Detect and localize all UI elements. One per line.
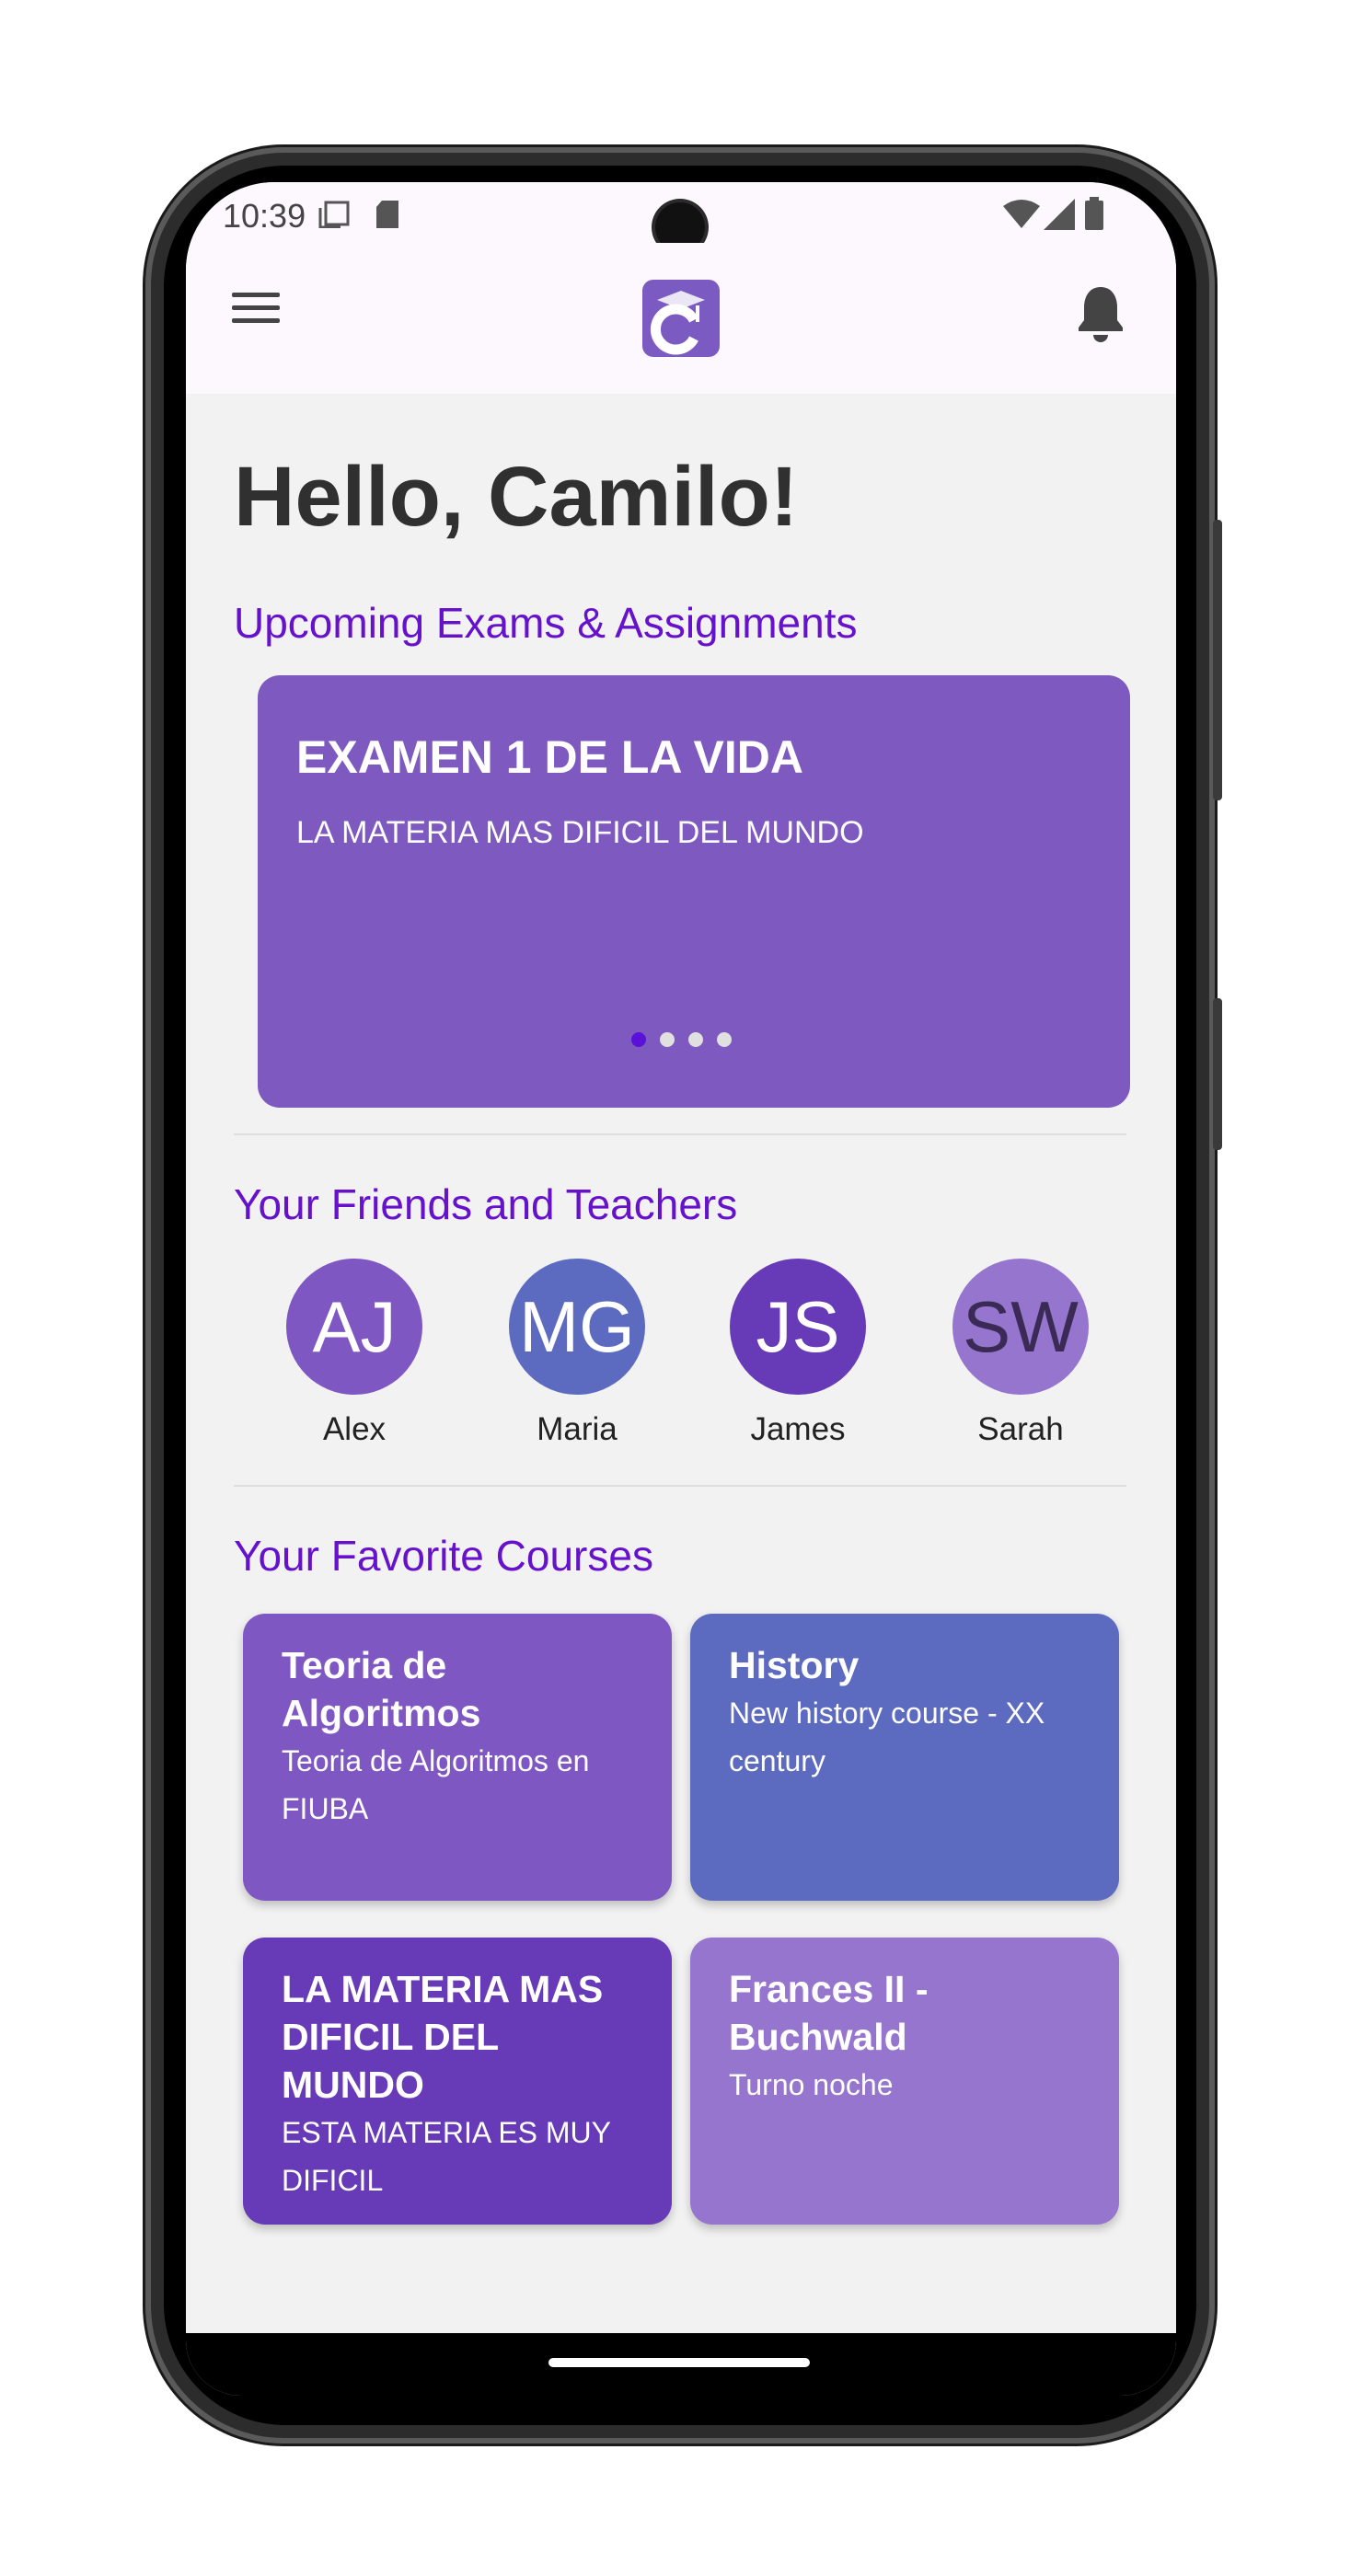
courses-section-title: Your Favorite Courses	[234, 1532, 653, 1580]
course-description: Turno noche	[729, 2068, 894, 2101]
friend-item[interactable]: MG Maria	[499, 1259, 655, 1448]
exams-section-title: Upcoming Exams & Assignments	[234, 599, 858, 647]
pager-dot[interactable]	[688, 1032, 703, 1047]
course-card[interactable]: LA MATERIA MAS DIFICIL DEL MUNDO ESTA MA…	[243, 1938, 672, 2225]
screenshot-notification-icon	[318, 201, 350, 228]
pager-dot[interactable]	[717, 1032, 732, 1047]
wifi-icon	[1003, 200, 1040, 228]
volume-button	[1213, 998, 1222, 1150]
friends-section-title: Your Friends and Teachers	[234, 1180, 738, 1228]
friend-name: Alex	[322, 1411, 387, 1447]
avatar: JS	[730, 1259, 866, 1395]
exam-title: EXAMEN 1 DE LA VIDA	[296, 731, 804, 783]
battery-icon	[1085, 197, 1103, 230]
sd-card-icon	[376, 201, 398, 228]
course-title: LA MATERIA MAS DIFICIL DEL MUNDO	[282, 1968, 604, 2106]
course-description: Teoria de Algoritmos en FIUBA	[282, 1744, 590, 1825]
graduation-cap-logo-icon	[642, 280, 720, 357]
friend-name: James	[750, 1411, 846, 1447]
course-title: Frances II - Buchwald	[729, 1968, 929, 2058]
friend-name: Maria	[537, 1411, 618, 1447]
pager-dot[interactable]	[631, 1032, 646, 1047]
avatar: SW	[952, 1259, 1089, 1395]
signal-icon	[1044, 199, 1075, 230]
avatar: MG	[509, 1259, 645, 1395]
course-title: History	[729, 1644, 860, 1686]
friend-item[interactable]: AJ Alex	[276, 1259, 433, 1448]
app-bar	[186, 243, 1176, 394]
course-card[interactable]: History New history course - XX century	[690, 1614, 1119, 1901]
exam-subject: LA MATERIA MAS DIFICIL DEL MUNDO	[296, 815, 864, 850]
course-card[interactable]: Teoria de Algoritmos Teoria de Algoritmo…	[243, 1614, 672, 1901]
carousel-pager	[631, 1032, 745, 1052]
pager-dot[interactable]	[660, 1032, 675, 1047]
course-description: ESTA MATERIA ES MUY DIFICIL	[282, 2116, 611, 2197]
exam-carousel-card[interactable]: EXAMEN 1 DE LA VIDA LA MATERIA MAS DIFIC…	[258, 675, 1130, 1108]
avatar: AJ	[286, 1259, 422, 1395]
divider	[234, 1485, 1126, 1487]
bell-icon[interactable]	[1075, 283, 1126, 342]
power-button	[1213, 520, 1222, 800]
home-gesture-bar[interactable]	[548, 2358, 810, 2367]
screen: 10:39 Hello, Camilo! Upcoming Exams & As…	[186, 182, 1176, 2396]
friend-name: Sarah	[977, 1411, 1064, 1447]
course-title: Teoria de Algoritmos	[282, 1644, 481, 1734]
menu-icon[interactable]	[232, 287, 280, 328]
friend-item[interactable]: SW Sarah	[942, 1259, 1099, 1448]
divider	[234, 1133, 1126, 1135]
course-description: New history course - XX century	[729, 1696, 1045, 1777]
course-card[interactable]: Frances II - Buchwald Turno noche	[690, 1938, 1119, 2225]
friend-item[interactable]: JS James	[720, 1259, 876, 1448]
greeting-title: Hello, Camilo!	[234, 450, 799, 544]
status-time: 10:39	[223, 197, 306, 235]
